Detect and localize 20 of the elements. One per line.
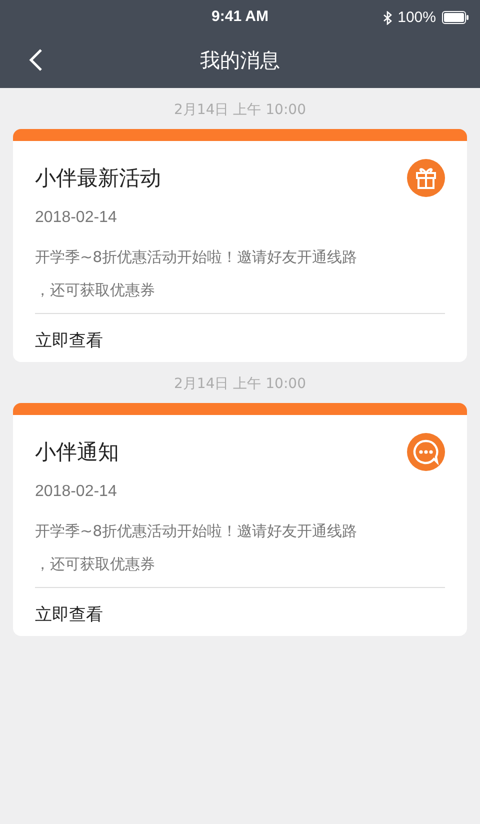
message-date: 2018-02-14	[35, 209, 118, 227]
message-time: 2月14日 上午 10:00	[173, 101, 307, 119]
view-link[interactable]: 立即查看	[35, 329, 103, 352]
status-time: 9:41 AM	[212, 8, 268, 24]
message-title: 小伴通知	[35, 439, 119, 466]
message-text: 开学季~8折优惠活动开始啦！邀请好友开通线路	[35, 521, 358, 542]
back-icon[interactable]	[29, 48, 43, 72]
bluetooth-icon	[382, 10, 392, 24]
chat-icon	[407, 433, 445, 471]
view-link[interactable]: 立即查看	[35, 603, 103, 626]
message-date: 2018-02-14	[35, 483, 118, 501]
message-title: 小伴最新活动	[35, 165, 161, 192]
message-time: 2月14日 上午 10:00	[173, 375, 307, 393]
battery-icon	[442, 11, 469, 24]
message-text: ，还可获取优惠券	[35, 554, 156, 575]
message-text: 开学季~8折优惠活动开始啦！邀请好友开通线路	[35, 247, 358, 268]
gift-icon	[407, 159, 445, 197]
message-text: ，还可获取优惠券	[35, 280, 156, 301]
battery-percent: 100%	[398, 9, 436, 26]
page-title: 我的消息	[200, 46, 280, 74]
